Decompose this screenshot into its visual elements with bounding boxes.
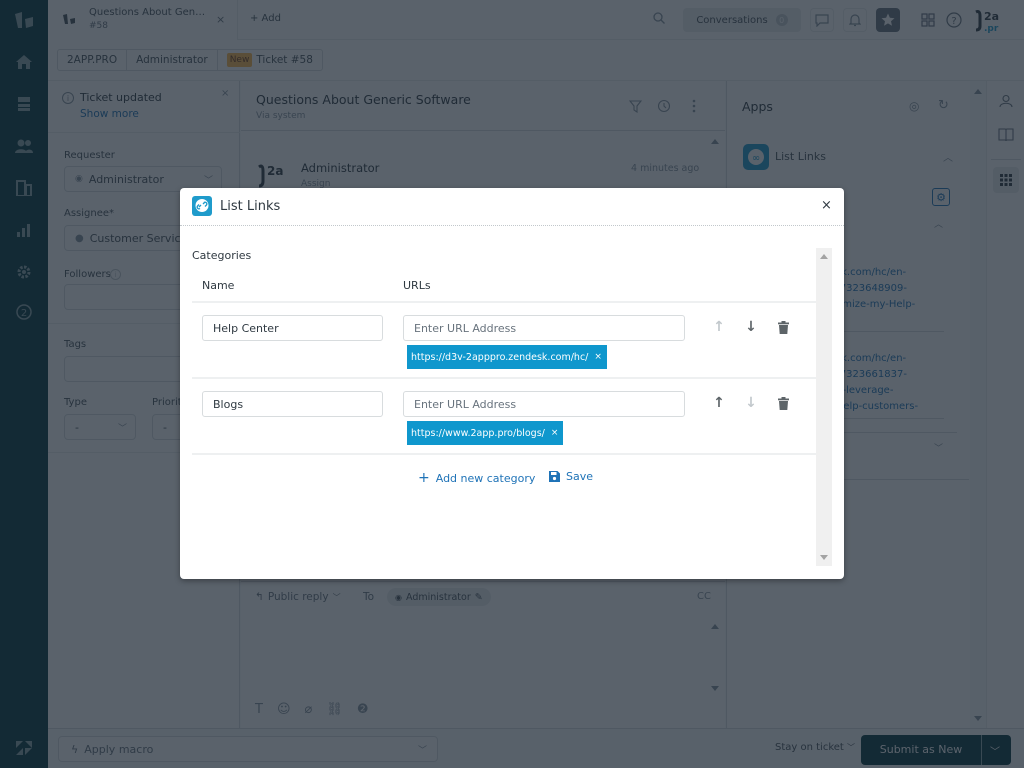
save-button[interactable]: Save	[549, 470, 593, 483]
zendesk-agent-workspace: 2 Questions About Generic Software #58 ×…	[0, 0, 1024, 768]
row-divider	[192, 377, 816, 379]
categories-heading: Categories	[192, 249, 252, 262]
header-divider	[192, 301, 816, 303]
modal-title: List Links	[220, 199, 281, 214]
category-name-input[interactable]	[202, 315, 383, 341]
category-name-input[interactable]	[202, 391, 383, 417]
modal-scroll-down[interactable]	[820, 555, 828, 560]
url-chip-text: https://d3v-2apppro.zendesk.com/hc/	[411, 351, 589, 363]
url-input[interactable]	[403, 391, 685, 417]
column-header-urls: URLs	[403, 279, 431, 292]
move-up-arrow-icon[interactable]: ↑	[712, 395, 726, 411]
modal-scrollbar[interactable]	[816, 248, 832, 566]
list-links-modal: List Links × Categories Name URLs https:…	[180, 188, 844, 579]
url-chip-remove-button[interactable]: ×	[594, 352, 602, 362]
add-new-category-button[interactable]: + Add new category	[418, 470, 535, 486]
url-input[interactable]	[403, 315, 685, 341]
list-links-logo-icon	[192, 196, 212, 216]
move-down-arrow-icon[interactable]: ↓	[744, 395, 758, 411]
row-divider	[192, 453, 816, 455]
modal-close-button[interactable]: ×	[821, 198, 832, 213]
move-down-arrow-icon[interactable]: ↓	[744, 319, 758, 335]
delete-trash-icon[interactable]	[776, 395, 790, 411]
delete-trash-icon[interactable]	[776, 319, 790, 335]
url-chip: https://d3v-2apppro.zendesk.com/hc/ ×	[407, 345, 607, 369]
modal-scroll-up[interactable]	[820, 254, 828, 259]
url-chip-text: https://www.2app.pro/blogs/	[411, 427, 545, 439]
modal-header: List Links ×	[180, 188, 844, 226]
move-up-arrow-icon[interactable]: ↑	[712, 319, 726, 335]
url-chip-remove-button[interactable]: ×	[551, 428, 559, 438]
save-label: Save	[566, 470, 594, 483]
save-floppy-icon	[549, 471, 560, 482]
plus-icon: +	[418, 470, 430, 486]
add-new-category-label: Add new category	[435, 471, 536, 485]
url-chip: https://www.2app.pro/blogs/ ×	[407, 421, 564, 445]
modal-body: Categories Name URLs https://d3v-2apppro…	[192, 248, 816, 568]
column-header-name: Name	[202, 279, 235, 292]
